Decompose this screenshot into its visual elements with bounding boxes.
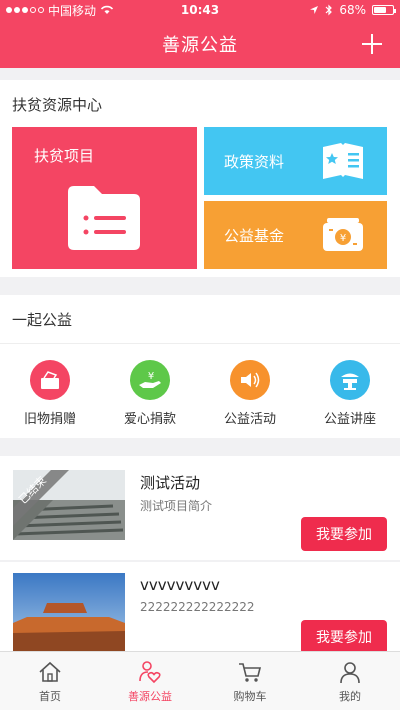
wallet-icon: ¥ bbox=[323, 218, 363, 251]
page-title: 善源公益 bbox=[162, 35, 238, 56]
status-time: 10:43 bbox=[180, 3, 220, 17]
item-description: 测试项目简介 bbox=[140, 499, 213, 513]
heart-person-icon bbox=[139, 661, 161, 684]
book-icon bbox=[323, 143, 363, 179]
together-section-header: 一起公益 bbox=[0, 295, 400, 343]
tab-bar: 首页 善源公益 购物车 我的 bbox=[0, 651, 400, 710]
battery-percent: 68% bbox=[339, 3, 366, 17]
item-title: 测试活动 bbox=[140, 474, 201, 492]
signal-icon bbox=[6, 7, 44, 13]
person-icon bbox=[340, 662, 360, 684]
tab-cart[interactable]: 购物车 bbox=[200, 652, 300, 710]
list-item[interactable]: 已结束 测试活动 测试项目简介 我要参加 bbox=[0, 456, 400, 560]
wifi-icon bbox=[100, 5, 114, 14]
join-button[interactable]: 我要参加 bbox=[301, 620, 387, 651]
add-button[interactable] bbox=[360, 32, 384, 56]
podium-icon bbox=[330, 360, 370, 400]
tab-label: 首页 bbox=[39, 690, 61, 703]
activity-thumbnail: 已结束 bbox=[13, 470, 125, 540]
folder-icon bbox=[68, 186, 140, 250]
donation-box-icon bbox=[30, 360, 70, 400]
poverty-project-tile[interactable]: 扶贫项目 bbox=[12, 127, 197, 269]
policy-docs-tile[interactable]: 政策资料 bbox=[204, 127, 387, 195]
nav-bar: 善源公益 bbox=[0, 20, 400, 68]
battery-icon bbox=[372, 5, 396, 15]
svg-text:¥: ¥ bbox=[340, 233, 346, 244]
location-arrow-icon bbox=[310, 6, 319, 14]
tab-label: 购物车 bbox=[233, 690, 267, 703]
list-item[interactable]: vvvvvvvvv 222222222222222 我要参加 bbox=[0, 562, 400, 651]
charity-fund-tile[interactable]: 公益基金 ¥ bbox=[204, 201, 387, 269]
tile-label: 政策资料 bbox=[224, 153, 285, 171]
cart-icon bbox=[239, 663, 262, 682]
activity-thumbnail bbox=[13, 573, 125, 651]
status-bar: 中国移动 10:43 68% bbox=[0, 0, 400, 20]
section-title: 一起公益 bbox=[12, 311, 73, 329]
join-button[interactable]: 我要参加 bbox=[301, 517, 387, 551]
carrier-label: 中国移动 bbox=[48, 3, 97, 18]
tab-charity[interactable]: 善源公益 bbox=[100, 652, 200, 710]
charity-label: 公益讲座 bbox=[323, 412, 376, 427]
item-description: 222222222222222 bbox=[140, 600, 255, 614]
tab-profile[interactable]: 我的 bbox=[300, 652, 400, 710]
home-icon bbox=[39, 661, 61, 682]
charity-activity-button[interactable]: 公益活动 bbox=[200, 344, 300, 438]
svg-text:¥: ¥ bbox=[148, 371, 154, 382]
tab-home[interactable]: 首页 bbox=[0, 652, 100, 710]
love-donation-button[interactable]: ¥ 爱心捐款 bbox=[100, 344, 200, 438]
charity-lecture-button[interactable]: 公益讲座 bbox=[300, 344, 400, 438]
tile-label: 扶贫项目 bbox=[34, 147, 95, 165]
item-title: vvvvvvvvv bbox=[140, 576, 220, 594]
bluetooth-icon bbox=[325, 4, 333, 16]
charity-label: 旧物捐赠 bbox=[23, 412, 76, 427]
charity-label: 公益活动 bbox=[223, 412, 276, 427]
section-title: 扶贫资源中心 bbox=[12, 96, 103, 114]
tile-label: 公益基金 bbox=[224, 227, 285, 245]
tab-label: 善源公益 bbox=[128, 690, 172, 703]
charity-label: 爱心捐款 bbox=[123, 412, 176, 427]
tab-label: 我的 bbox=[339, 690, 361, 703]
hand-money-icon: ¥ bbox=[130, 360, 170, 400]
poverty-center-section: 扶贫资源中心 扶贫项目 政策资料 公益基金 ¥ bbox=[0, 80, 400, 277]
used-goods-donation-button[interactable]: 旧物捐赠 bbox=[0, 344, 100, 438]
charity-grid: 旧物捐赠 ¥ 爱心捐款 公益活动 公益讲座 bbox=[0, 343, 400, 438]
speaker-icon bbox=[230, 360, 270, 400]
